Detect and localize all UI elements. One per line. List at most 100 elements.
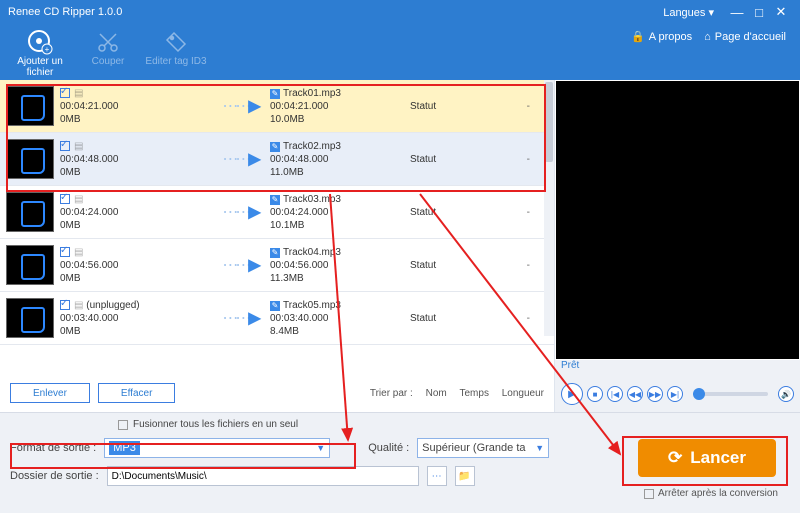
track-row[interactable]: ▤ 00:04:56.0000MB⋯⋯▶✎Track04.mp300:04:56…	[0, 239, 554, 292]
sort-name[interactable]: Nom	[426, 388, 447, 399]
sort-time[interactable]: Temps	[460, 388, 489, 399]
edit-icon[interactable]: ✎	[270, 248, 280, 258]
track-out-size: 10.1MB	[270, 219, 410, 232]
track-row[interactable]: ▤ 00:04:24.0000MB⋯⋯▶✎Track03.mp300:04:24…	[0, 186, 554, 239]
format-select[interactable]: MP3▼	[104, 438, 330, 458]
arrow-icon: ⋯⋯▶	[210, 255, 270, 275]
file-icon: ▤	[74, 247, 83, 258]
track-row[interactable]: ▤ 00:04:21.0000MB⋯⋯▶✎Track01.mp300:04:21…	[0, 80, 554, 133]
track-duration: 00:04:48.000	[60, 153, 210, 166]
track-row[interactable]: ▤ 00:04:48.0000MB⋯⋯▶✎Track02.mp300:04:48…	[0, 133, 554, 186]
track-out-duration: 00:03:40.000	[270, 312, 410, 325]
language-menu[interactable]: Langues ▾	[663, 6, 714, 19]
refresh-icon: ⟳	[668, 448, 682, 468]
play-button[interactable]: ▶	[561, 383, 583, 405]
output-folder-input[interactable]	[107, 466, 419, 486]
track-out-name: Track04.mp3	[283, 247, 341, 258]
player-controls: ▶ ■ |◀ ◀◀ ▶▶ ▶| 🔊	[555, 376, 800, 412]
file-icon: ▤	[74, 194, 83, 205]
track-out-name: Track03.mp3	[283, 194, 341, 205]
toolbar: + Ajouter un fichier Couper Editer tag I…	[0, 24, 800, 80]
track-checkbox[interactable]	[60, 88, 70, 98]
output-folder-label: Dossier de sortie :	[10, 470, 99, 482]
prev-button[interactable]: |◀	[607, 386, 623, 402]
arrow-icon: ⋯⋯▶	[210, 202, 270, 222]
track-checkbox[interactable]	[60, 194, 70, 204]
track-out-name: Track02.mp3	[283, 141, 341, 152]
track-out-duration: 00:04:24.000	[270, 206, 410, 219]
arrow-icon: ⋯⋯▶	[210, 96, 270, 116]
track-out-size: 11.0MB	[270, 166, 410, 179]
quality-select[interactable]: Supérieur (Grande ta▼	[417, 438, 549, 458]
track-out-name: Track05.mp3	[283, 300, 341, 311]
stop-after-checkbox[interactable]	[644, 489, 654, 499]
minimize-button[interactable]: —	[726, 5, 748, 20]
edit-icon[interactable]: ✎	[270, 301, 280, 311]
sort-bar: Trier par : Nom Temps Longueur	[360, 388, 544, 399]
track-out-size: 10.0MB	[270, 113, 410, 126]
track-thumbnail	[6, 245, 54, 285]
scrollbar[interactable]	[544, 80, 554, 336]
about-link[interactable]: 🔒A propos	[631, 30, 692, 43]
home-icon: ⌂	[704, 31, 711, 43]
home-link[interactable]: ⌂Page d'accueil	[704, 31, 786, 43]
open-folder-button[interactable]: 📁	[455, 466, 475, 486]
edit-tag-button[interactable]: Editer tag ID3	[142, 24, 210, 67]
track-extra: (unplugged)	[86, 300, 139, 311]
track-in-size: 0MB	[60, 166, 210, 179]
clear-button[interactable]: Effacer	[98, 383, 176, 403]
maximize-button[interactable]: □	[748, 5, 770, 20]
track-output-meta: ✎Track01.mp300:04:21.00010.0MB	[270, 87, 410, 126]
next-button[interactable]: ▶|	[667, 386, 683, 402]
track-thumbnail	[6, 86, 54, 126]
close-button[interactable]: ✕	[770, 4, 792, 20]
stop-after-row[interactable]: Arrêter après la conversion	[644, 488, 778, 499]
scissors-icon	[74, 28, 142, 56]
browse-button[interactable]: ⋯	[427, 466, 447, 486]
file-icon: ▤	[74, 300, 83, 311]
track-output-meta: ✎Track04.mp300:04:56.00011.3MB	[270, 246, 410, 285]
track-output-meta: ✎Track02.mp300:04:48.00011.0MB	[270, 140, 410, 179]
track-in-size: 0MB	[60, 325, 210, 338]
track-in-size: 0MB	[60, 219, 210, 232]
track-checkbox[interactable]	[60, 300, 70, 310]
track-thumbnail	[6, 298, 54, 338]
merge-checkbox[interactable]	[118, 420, 128, 430]
scrollbar-thumb[interactable]	[545, 82, 553, 162]
track-status: Statut-	[410, 207, 538, 218]
chevron-down-icon: ▼	[316, 443, 325, 453]
track-row[interactable]: ▤ (unplugged)00:03:40.0000MB⋯⋯▶✎Track05.…	[0, 292, 554, 345]
track-checkbox[interactable]	[60, 247, 70, 257]
cut-button[interactable]: Couper	[74, 24, 142, 67]
stop-button[interactable]: ■	[587, 386, 603, 402]
track-checkbox[interactable]	[60, 141, 70, 151]
track-list-pane: ▤ 00:04:21.0000MB⋯⋯▶✎Track01.mp300:04:21…	[0, 80, 555, 412]
track-duration: 00:04:56.000	[60, 259, 210, 272]
track-duration: 00:03:40.000	[60, 312, 210, 325]
track-out-duration: 00:04:56.000	[270, 259, 410, 272]
track-in-size: 0MB	[60, 272, 210, 285]
titlebar: Renee CD Ripper 1.0.0 Langues ▾ — □ ✕	[0, 0, 800, 24]
arrow-icon: ⋯⋯▶	[210, 149, 270, 169]
track-list: ▤ 00:04:21.0000MB⋯⋯▶✎Track01.mp300:04:21…	[0, 80, 554, 374]
launch-button[interactable]: ⟳ Lancer	[638, 439, 776, 477]
cd-add-icon: +	[6, 28, 74, 56]
arrow-icon: ⋯⋯▶	[210, 308, 270, 328]
volume-button[interactable]: 🔊	[778, 386, 794, 402]
quality-label: Qualité :	[368, 442, 409, 454]
track-status: Statut-	[410, 313, 538, 324]
forward-button[interactable]: ▶▶	[647, 386, 663, 402]
rewind-button[interactable]: ◀◀	[627, 386, 643, 402]
track-thumbnail	[6, 192, 54, 232]
remove-button[interactable]: Enlever	[10, 383, 90, 403]
seek-bar[interactable]	[693, 392, 768, 396]
merge-checkbox-row[interactable]: Fusionner tous les fichiers en un seul	[118, 419, 790, 430]
seek-handle[interactable]	[693, 388, 705, 400]
chevron-down-icon: ▼	[535, 443, 544, 453]
edit-icon[interactable]: ✎	[270, 142, 280, 152]
sort-length[interactable]: Longueur	[502, 388, 544, 399]
track-source-meta: ▤ 00:04:56.0000MB	[60, 246, 210, 285]
edit-icon[interactable]: ✎	[270, 195, 280, 205]
edit-icon[interactable]: ✎	[270, 89, 280, 99]
add-file-button[interactable]: + Ajouter un fichier	[6, 24, 74, 78]
